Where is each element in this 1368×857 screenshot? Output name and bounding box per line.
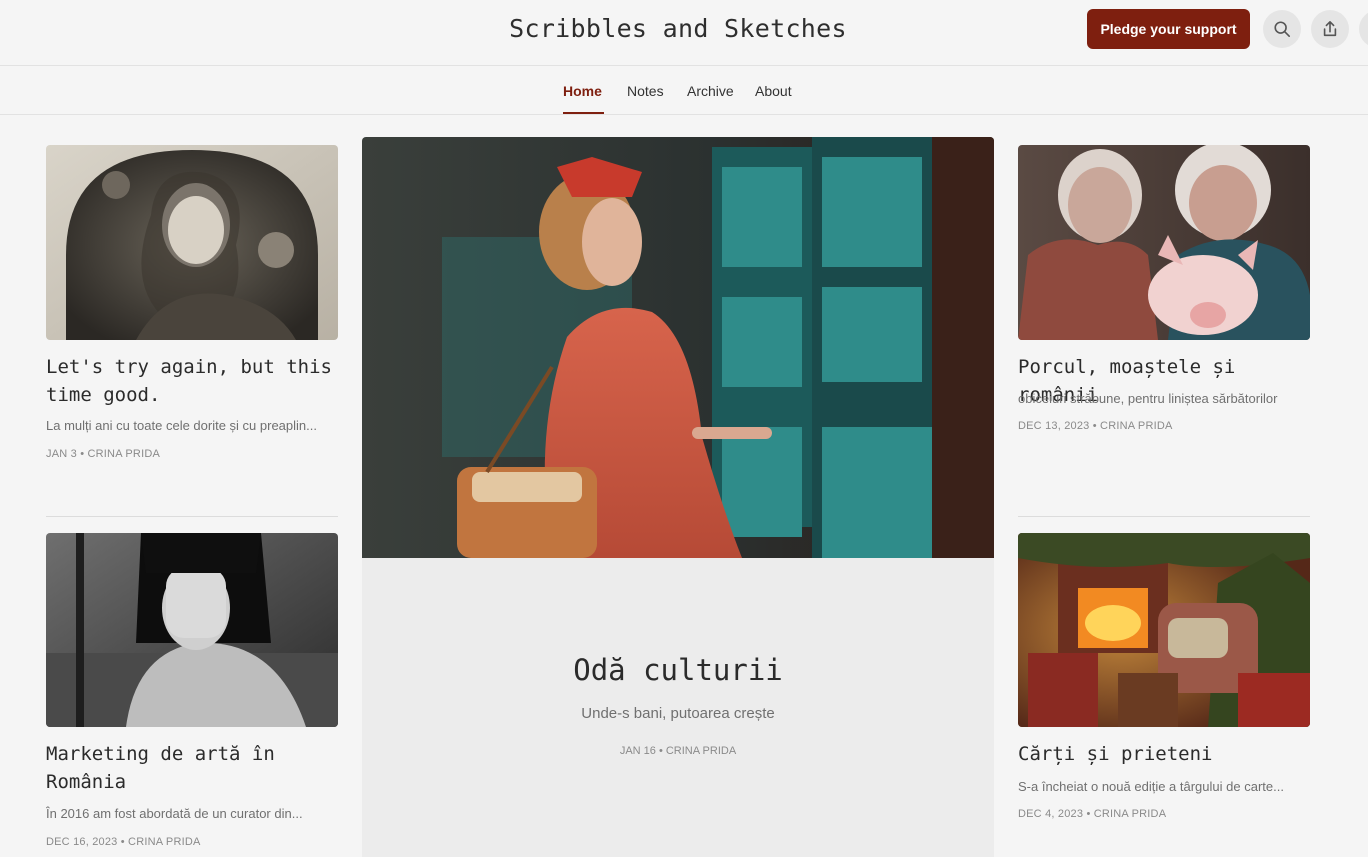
- tab-archive[interactable]: Archive: [687, 83, 734, 99]
- post-title[interactable]: Marketing de artă în România: [46, 740, 338, 796]
- post-thumbnail-porcul[interactable]: [1018, 145, 1310, 340]
- active-tab-indicator: [563, 112, 604, 114]
- tab-notes[interactable]: Notes: [627, 83, 664, 99]
- post-subtitle: În 2016 am fost abordată de un curator d…: [46, 806, 303, 821]
- featured-post-image[interactable]: [362, 137, 994, 558]
- share-icon: [1323, 20, 1337, 37]
- post-meta: DEC 4, 2023 • CRINA PRIDA: [1018, 808, 1167, 820]
- featured-post[interactable]: Odă culturii Unde-s bani, putoarea creșt…: [362, 137, 994, 857]
- search-icon: [1274, 21, 1291, 38]
- post-thumbnail-carti[interactable]: [1018, 533, 1310, 727]
- featured-post-meta: JAN 16 • CRINA PRIDA: [619, 745, 737, 757]
- share-button[interactable]: [1311, 10, 1349, 48]
- featured-post-title[interactable]: Odă culturii: [362, 653, 994, 687]
- pledge-support-button[interactable]: Pledge your support: [1087, 9, 1250, 49]
- tab-home[interactable]: Home: [563, 83, 602, 99]
- post-subtitle: S-a încheiat o nouă ediție a târgului de…: [1018, 779, 1284, 794]
- more-button[interactable]: [1359, 10, 1368, 48]
- divider: [46, 516, 338, 517]
- post-meta: JAN 3 • CRINA PRIDA: [46, 448, 161, 460]
- featured-post-subtitle: Unde-s bani, putoarea crește: [581, 705, 775, 722]
- divider: [1018, 516, 1310, 517]
- post-title[interactable]: Let's try again, but this time good.: [46, 353, 338, 409]
- post-subtitle: La mulți ani cu toate cele dorite și cu …: [46, 418, 317, 433]
- post-subtitle: obiceiuri străbune, pentru liniștea sărb…: [1018, 391, 1278, 406]
- site-header: Scribbles and Sketches Pledge your suppo…: [0, 0, 1368, 66]
- post-meta: DEC 16, 2023 • CRINA PRIDA: [46, 836, 201, 848]
- post-title[interactable]: Cărți și prieteni: [1018, 740, 1310, 768]
- main-nav: Home Notes Archive About: [0, 66, 1368, 115]
- post-thumbnail-marketing[interactable]: [46, 533, 338, 727]
- post-meta: DEC 13, 2023 • CRINA PRIDA: [1018, 420, 1173, 432]
- post-thumbnail-lets-try-again[interactable]: [46, 145, 338, 340]
- search-button[interactable]: [1263, 10, 1301, 48]
- tab-about[interactable]: About: [755, 83, 792, 99]
